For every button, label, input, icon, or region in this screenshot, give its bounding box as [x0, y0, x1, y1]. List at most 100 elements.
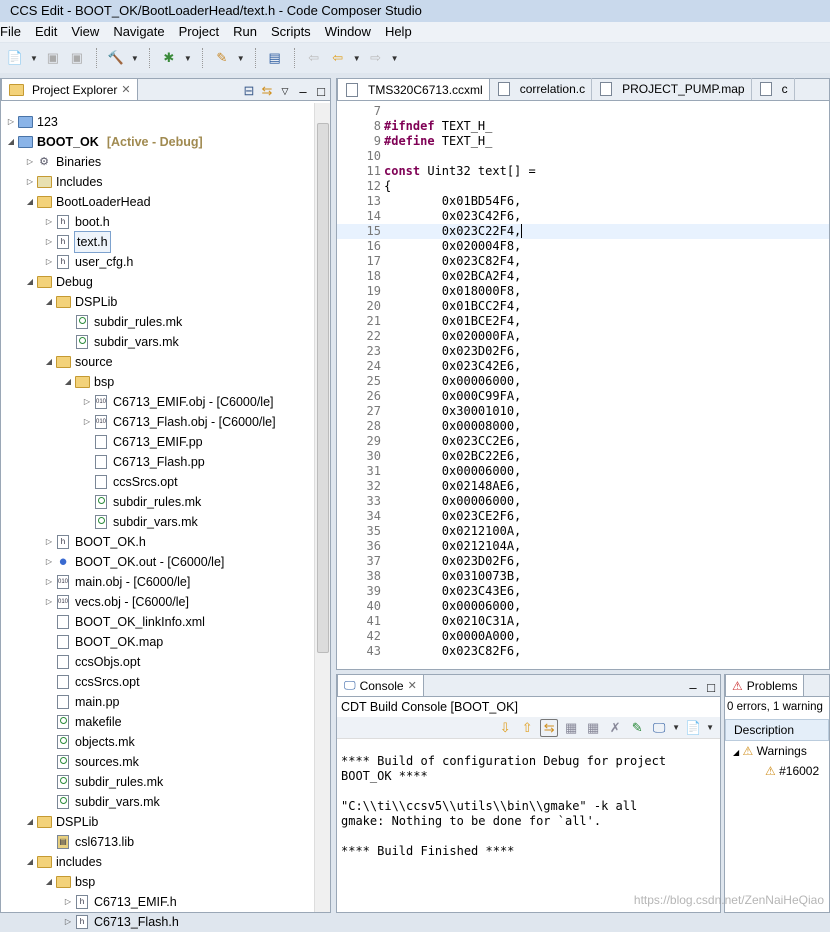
scroll-lock-icon[interactable]: ⇆	[540, 718, 559, 737]
tree-item[interactable]: subdir_vars.mk	[62, 332, 179, 352]
forward-dropdown[interactable]: ▼	[391, 54, 399, 63]
outline-icon[interactable]: ▤	[266, 49, 284, 67]
scroll-up-icon[interactable]: ⇧	[518, 719, 536, 737]
tree-item[interactable]: ▷ 010 vecs.obj - [C6000/le]	[43, 592, 189, 612]
menu-help[interactable]: Help	[378, 22, 419, 42]
tab-editor-file[interactable]: TMS320C6713.ccxml	[337, 78, 490, 100]
expanded-arrow-icon[interactable]: ◢	[24, 852, 36, 872]
tree-item[interactable]: sources.mk	[43, 752, 139, 772]
tree-item[interactable]: ◢ DSPLib	[24, 812, 98, 832]
collapsed-arrow-icon[interactable]: ▷	[24, 172, 36, 192]
tab-editor-file[interactable]: PROJECT_PUMP.map	[592, 78, 752, 100]
expanded-arrow-icon[interactable]: ◢	[24, 272, 36, 292]
tree-item[interactable]: ▷ 010 C6713_EMIF.obj - [C6000/le]	[81, 392, 274, 412]
collapsed-arrow-icon[interactable]: ▷	[81, 392, 93, 412]
column-description[interactable]: Description	[725, 719, 829, 741]
remove-console-icon[interactable]: ✗	[606, 719, 624, 737]
tree-item[interactable]: ▷ 010 main.obj - [C6000/le]	[43, 572, 190, 592]
save-all-icon[interactable]: ▣	[68, 49, 86, 67]
collapsed-arrow-icon[interactable]: ▷	[62, 912, 74, 932]
back-icon[interactable]: ⇦	[329, 49, 347, 67]
view-menu-icon[interactable]: ▽	[276, 82, 294, 100]
last-edit-icon[interactable]: ⇦	[305, 49, 323, 67]
scrollbar-thumb[interactable]	[317, 123, 329, 653]
menu-run[interactable]: Run	[226, 22, 264, 42]
menu-window[interactable]: Window	[318, 22, 378, 42]
new-console-dropdown[interactable]: ▼	[706, 723, 714, 732]
close-icon[interactable]: ✕	[121, 83, 130, 96]
tree-item[interactable]: ◢ BOOT_OK [Active - Debug]	[5, 132, 203, 152]
tree-item[interactable]: subdir_vars.mk	[43, 792, 160, 812]
tree-item[interactable]: ▷ 010 C6713_Flash.obj - [C6000/le]	[81, 412, 276, 432]
expanded-arrow-icon[interactable]: ◢	[24, 192, 36, 212]
pin-console-icon[interactable]: ▦	[584, 719, 602, 737]
expanded-arrow-icon[interactable]: ◢	[5, 132, 17, 152]
forward-icon[interactable]: ⇨	[367, 49, 385, 67]
tree-item[interactable]: subdir_rules.mk	[62, 312, 182, 332]
maximize-icon[interactable]: □	[312, 82, 330, 100]
minimize-icon[interactable]: –	[294, 82, 312, 100]
menu-navigate[interactable]: Navigate	[106, 22, 171, 42]
collapsed-arrow-icon[interactable]: ▷	[43, 592, 55, 612]
tree-item[interactable]: ◢ DSPLib	[43, 292, 117, 312]
expanded-arrow-icon[interactable]: ◢	[43, 872, 55, 892]
tree-item[interactable]: ◢ bsp	[62, 372, 114, 392]
build-hammer-icon[interactable]: 🔨	[107, 49, 125, 67]
tree-item[interactable]: ▷ h C6713_EMIF.h	[62, 892, 177, 912]
tree-scrollbar[interactable]	[314, 103, 330, 912]
tree-item[interactable]: ▷ h BOOT_OK.h	[43, 532, 146, 552]
expanded-arrow-icon[interactable]: ◢	[733, 748, 739, 757]
maximize-icon[interactable]: □	[702, 678, 720, 696]
new-console-icon[interactable]: 📄	[684, 719, 702, 737]
tree-item[interactable]: ◢ source	[43, 352, 113, 372]
menu-file[interactable]: File	[0, 22, 28, 42]
new-dropdown[interactable]: ▼	[30, 54, 38, 63]
tree-item[interactable]: ◢ bsp	[43, 872, 95, 892]
open-console-icon[interactable]: ✎	[628, 719, 646, 737]
menu-edit[interactable]: Edit	[28, 22, 64, 42]
tab-editor-file[interactable]: c	[752, 78, 795, 100]
tree-item[interactable]: ▷ ⚙ Binaries	[24, 152, 101, 172]
tree-item[interactable]: ▷ h text.h	[43, 231, 111, 253]
debug-bug-icon[interactable]: ✱	[160, 49, 178, 67]
tree-item[interactable]: ▷ h C6713_Flash.h	[62, 912, 179, 932]
tree-item[interactable]: ◢ includes	[24, 852, 102, 872]
tab-editor-file[interactable]: correlation.c	[490, 78, 593, 100]
collapsed-arrow-icon[interactable]: ▷	[43, 252, 55, 272]
expanded-arrow-icon[interactable]: ◢	[62, 372, 74, 392]
tree-item[interactable]: ▷ Includes	[24, 172, 103, 192]
clear-console-icon[interactable]: ▦	[562, 719, 580, 737]
minimize-icon[interactable]: –	[684, 678, 702, 696]
tree-item[interactable]: BOOT_OK.map	[43, 632, 163, 652]
back-dropdown[interactable]: ▼	[353, 54, 361, 63]
debug-dropdown[interactable]: ▼	[184, 54, 192, 63]
warnings-group[interactable]: ◢ ⚠ Warnings	[725, 741, 829, 761]
collapsed-arrow-icon[interactable]: ▷	[43, 532, 55, 552]
save-icon[interactable]: ▣	[44, 49, 62, 67]
display-console-icon[interactable]: 🖵	[650, 719, 668, 737]
tree-item[interactable]: ◢ BootLoaderHead	[24, 192, 151, 212]
tree-item[interactable]: BOOT_OK_linkInfo.xml	[43, 612, 205, 632]
menu-project[interactable]: Project	[172, 22, 226, 42]
collapsed-arrow-icon[interactable]: ▷	[43, 232, 55, 252]
close-icon[interactable]: ✕	[408, 679, 417, 692]
flash-dropdown[interactable]: ▼	[237, 54, 245, 63]
collapsed-arrow-icon[interactable]: ▷	[43, 212, 55, 232]
menu-view[interactable]: View	[64, 22, 106, 42]
tree-item[interactable]: main.pp	[43, 692, 119, 712]
tab-console[interactable]: 🖵 Console ✕	[337, 674, 424, 696]
new-icon[interactable]: 📄	[6, 49, 24, 67]
tree-item[interactable]: ▷ h boot.h	[43, 212, 110, 232]
tree-item[interactable]: subdir_vars.mk	[81, 512, 198, 532]
scroll-down-icon[interactable]: ⇩	[496, 719, 514, 737]
menu-scripts[interactable]: Scripts	[264, 22, 318, 42]
tree-item[interactable]: ccsObjs.opt	[43, 652, 140, 672]
collapsed-arrow-icon[interactable]: ▷	[24, 152, 36, 172]
collapsed-arrow-icon[interactable]: ▷	[5, 112, 17, 132]
tree-item[interactable]: ◢ Debug	[24, 272, 93, 292]
expanded-arrow-icon[interactable]: ◢	[24, 812, 36, 832]
expanded-arrow-icon[interactable]: ◢	[43, 352, 55, 372]
collapsed-arrow-icon[interactable]: ▷	[62, 892, 74, 912]
tree-item[interactable]: ▷ ● BOOT_OK.out - [C6000/le]	[43, 552, 224, 572]
tree-item[interactable]: ccsSrcs.opt	[43, 672, 140, 692]
